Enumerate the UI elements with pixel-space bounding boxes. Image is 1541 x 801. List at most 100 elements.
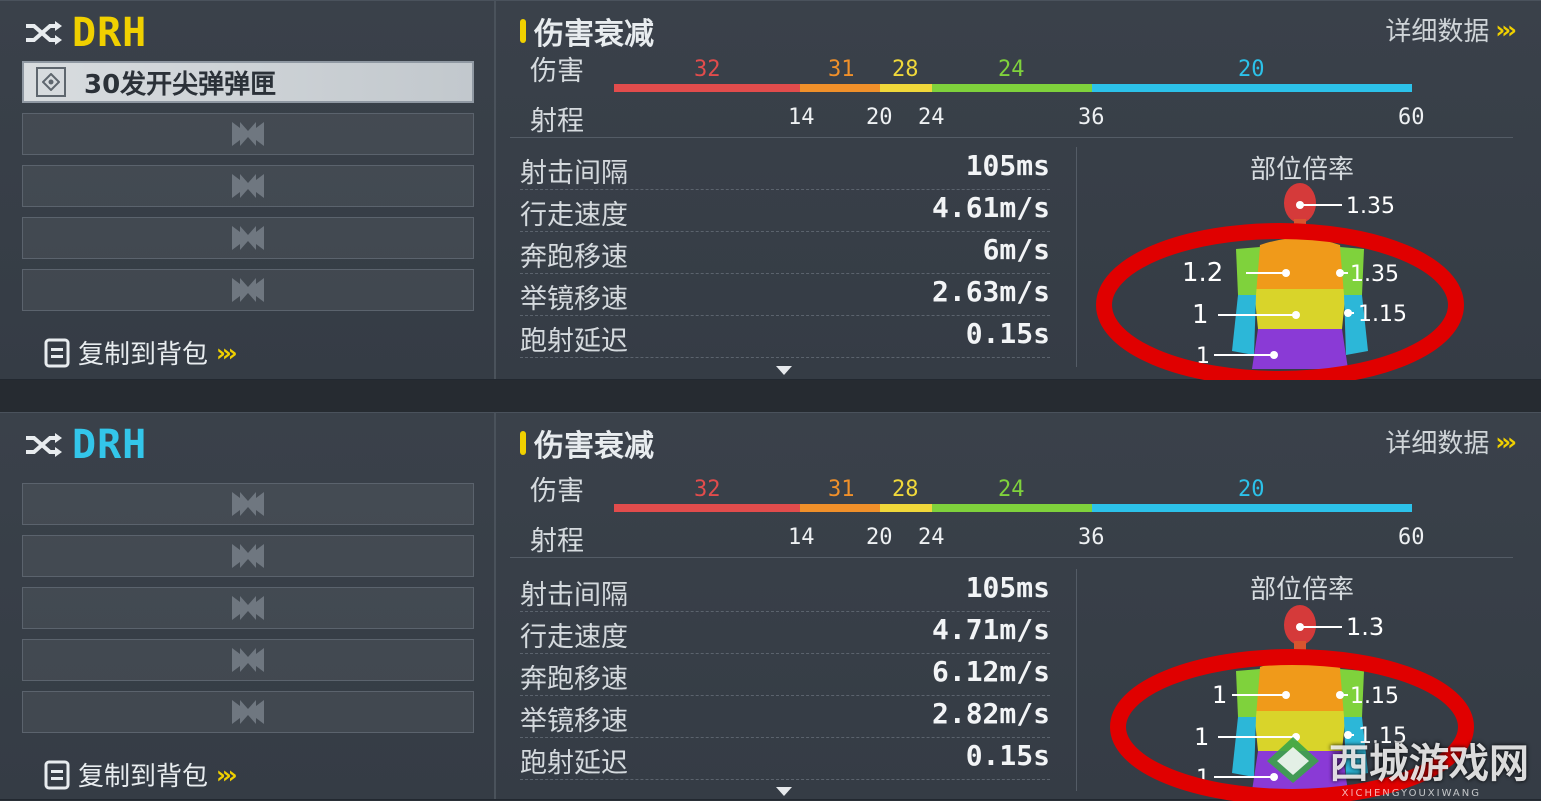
attachment-slot-empty[interactable]	[22, 535, 474, 577]
head-multiplier: 1.35	[1346, 194, 1395, 219]
stat-row: 射击间隔 105ms	[520, 149, 1050, 190]
stat-value: 2.63m/s	[931, 275, 1050, 308]
stat-value: 0.15s	[965, 317, 1050, 350]
attachment-slot-empty[interactable]	[22, 639, 474, 681]
attachment-slot-empty[interactable]	[22, 483, 474, 525]
shuffle-icon[interactable]	[24, 18, 64, 48]
attachment-slot-label: 30发开尖弹弹匣	[84, 69, 277, 100]
stat-value: 6.12m/s	[931, 655, 1050, 688]
range-tick: 36	[1078, 105, 1105, 130]
copy-label: 复制到背包	[78, 340, 209, 370]
watermark-logo-icon	[1267, 737, 1319, 783]
stat-row: 行走速度 4.61m/s	[520, 191, 1050, 232]
section-title: 伤害衰减	[520, 421, 654, 465]
title-marker	[520, 431, 526, 455]
document-icon	[44, 338, 70, 367]
stomach-multiplier: 1	[1192, 300, 1209, 330]
damage-value: 24	[998, 57, 1025, 82]
stat-value: 6m/s	[982, 233, 1050, 266]
upper-arm-multiplier: 1.15	[1350, 684, 1399, 709]
damage-segment	[932, 504, 1092, 512]
empty-slot-icon	[232, 544, 264, 568]
range-tick: 20	[866, 105, 893, 130]
stat-value: 4.71m/s	[931, 613, 1050, 646]
section-title-text: 伤害衰减	[534, 429, 654, 464]
copy-to-backpack-button[interactable]: 复制到背包 ›››	[44, 334, 238, 371]
attachment-slot-empty[interactable]	[22, 165, 474, 207]
watermark-text: 西城游戏网	[1329, 741, 1529, 787]
range-tick: 20	[866, 525, 893, 550]
separator	[510, 137, 1513, 138]
panel-gap	[0, 380, 1541, 412]
attachment-slot-empty[interactable]	[22, 691, 474, 733]
watermark-subtext: XICHENGYOUXIWANG	[1341, 788, 1481, 799]
damage-value: 32	[694, 477, 721, 502]
range-tick: 36	[1078, 525, 1105, 550]
damage-value: 31	[828, 57, 855, 82]
attachment-slot-empty[interactable]	[22, 269, 474, 311]
stat-value: 4.61m/s	[931, 191, 1050, 224]
stomach-multiplier: 1	[1194, 723, 1209, 751]
empty-slot-icon	[232, 226, 264, 250]
watermark: 西城游戏网	[1265, 731, 1529, 789]
stat-label: 举镜移速	[520, 706, 628, 737]
empty-slot-icon	[232, 278, 264, 302]
detail-data-label: 详细数据	[1385, 429, 1490, 459]
damage-row-label: 伤害	[530, 476, 584, 507]
damage-value: 28	[892, 477, 919, 502]
range-row-label: 射程	[530, 106, 584, 137]
range-row-label: 射程	[530, 526, 584, 557]
attachment-slot-magazine[interactable]: 30发开尖弹弹匣	[22, 61, 474, 103]
damage-value: 20	[1238, 477, 1265, 502]
detail-data-link[interactable]: 详细数据 ›››	[1385, 423, 1517, 460]
stat-row: 奔跑移速 6m/s	[520, 233, 1050, 274]
chest-multiplier: 1	[1212, 681, 1227, 709]
damage-value: 20	[1238, 57, 1265, 82]
section-title: 伤害衰减	[520, 9, 654, 53]
stat-label: 射击间隔	[520, 580, 628, 611]
range-tick: 14	[788, 105, 815, 130]
magazine-icon	[36, 67, 66, 97]
stat-row: 举镜移速 2.63m/s	[520, 275, 1050, 316]
document-icon	[44, 760, 70, 789]
stat-value: 0.15s	[965, 739, 1050, 772]
weapon-header[interactable]: DRH	[24, 422, 147, 468]
attachment-column: DRH 复制到背包 ›››	[0, 413, 494, 799]
scroll-down-icon[interactable]	[776, 787, 792, 796]
stat-value: 2.82m/s	[931, 697, 1050, 730]
damage-segment	[614, 504, 800, 512]
damage-segment	[800, 84, 880, 92]
stat-value: 105ms	[965, 571, 1050, 604]
separator	[510, 557, 1513, 558]
range-tick: 24	[918, 525, 945, 550]
scroll-down-icon[interactable]	[776, 366, 792, 375]
stat-label: 行走速度	[520, 622, 628, 653]
attachment-slot-empty[interactable]	[22, 217, 474, 259]
stat-label: 跑射延迟	[520, 326, 628, 357]
stat-row: 跑射延迟 0.15s	[520, 739, 1050, 780]
double-chevron-icon: ›››	[1495, 15, 1517, 44]
stats-column: 伤害衰减 详细数据 ››› 伤害 射程 32 31 28 24 20 14 20…	[496, 1, 1541, 387]
stat-row: 奔跑移速 6.12m/s	[520, 655, 1050, 696]
copy-label: 复制到背包	[78, 762, 209, 792]
stat-label: 奔跑移速	[520, 242, 628, 273]
copy-to-backpack-button[interactable]: 复制到背包 ›››	[44, 756, 238, 793]
damage-segment	[1092, 84, 1412, 92]
stat-label: 跑射延迟	[520, 748, 628, 779]
stats-divider	[1076, 569, 1077, 791]
empty-slot-icon	[232, 122, 264, 146]
forearm-multiplier: 1.15	[1358, 302, 1407, 327]
attachment-column: DRH 30发开尖弹弹匣 复制到背包 ›››	[0, 1, 494, 379]
attachment-slot-empty[interactable]	[22, 587, 474, 629]
stat-label: 行走速度	[520, 200, 628, 231]
damage-row-label: 伤害	[530, 56, 584, 87]
attachment-slot-empty[interactable]	[22, 113, 474, 155]
weapon-header[interactable]: DRH	[24, 10, 147, 56]
double-chevron-icon: ›››	[216, 338, 238, 367]
damage-segment	[880, 84, 932, 92]
detail-data-label: 详细数据	[1385, 17, 1490, 47]
double-chevron-icon: ›››	[1495, 427, 1517, 456]
range-tick: 24	[918, 105, 945, 130]
detail-data-link[interactable]: 详细数据 ›››	[1385, 11, 1517, 48]
shuffle-icon[interactable]	[24, 430, 64, 460]
